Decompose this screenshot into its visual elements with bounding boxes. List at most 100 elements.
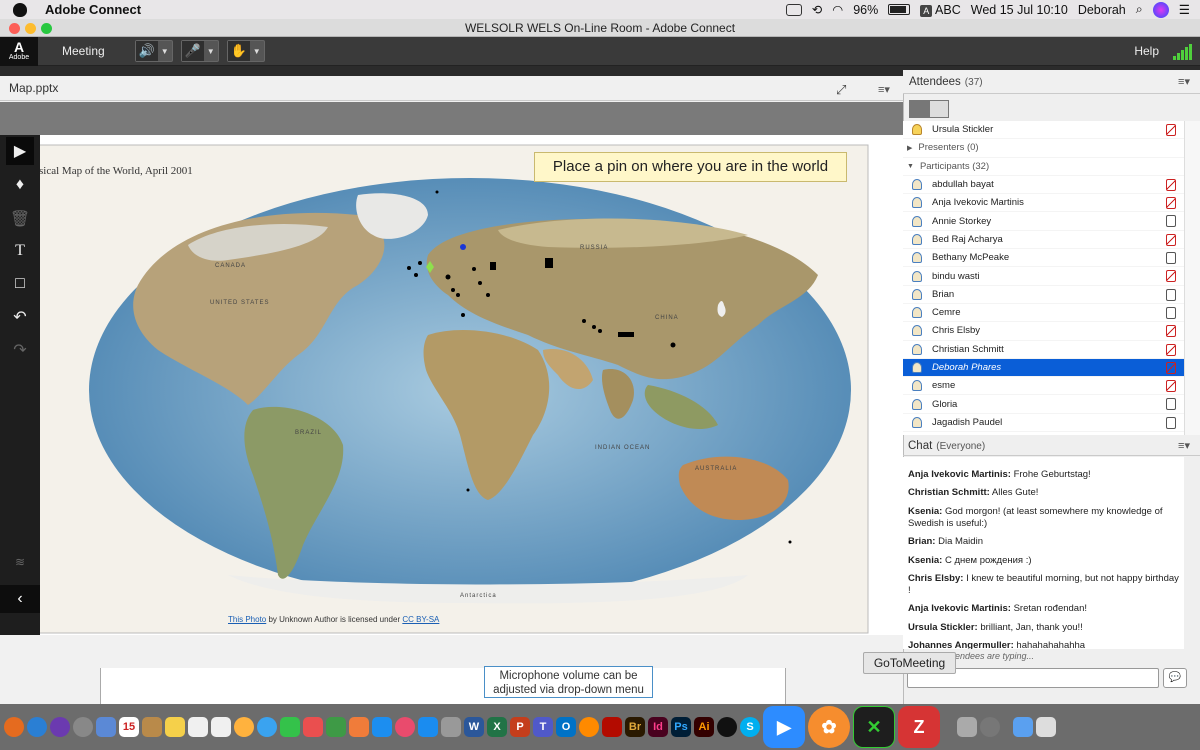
numbers-icon[interactable] xyxy=(326,717,346,737)
settings-icon[interactable] xyxy=(980,717,1000,737)
attendee-row[interactable]: Cemre xyxy=(903,304,1184,323)
attendee-row[interactable]: esme xyxy=(903,377,1184,396)
speaker-button[interactable]: 🔊 ▼ xyxy=(134,40,173,62)
attendee-row[interactable]: Gloria xyxy=(903,395,1184,414)
calendar-icon[interactable]: 15 xyxy=(119,717,139,737)
redo-icon[interactable]: ↷ xyxy=(6,336,34,364)
notification-center-icon[interactable]: ☰ xyxy=(1179,2,1190,17)
app-name-menu[interactable]: Adobe Connect xyxy=(45,2,141,17)
acrobat-icon[interactable] xyxy=(602,717,622,737)
attendee-row[interactable]: Deborah Phares xyxy=(903,358,1184,378)
close-window-icon[interactable] xyxy=(9,23,20,34)
photos-icon[interactable] xyxy=(234,717,254,737)
gotomeeting-icon[interactable]: ✿ xyxy=(808,706,850,748)
text-tool-icon[interactable]: T xyxy=(6,237,34,265)
shape-tool-icon[interactable]: □ xyxy=(6,270,34,298)
podcasts-icon[interactable] xyxy=(50,717,70,737)
powerpoint-icon[interactable]: P xyxy=(510,717,530,737)
pages-icon[interactable] xyxy=(372,717,392,737)
clock[interactable]: Wed 15 Jul 10:10 xyxy=(971,3,1068,17)
chat-menu-icon[interactable]: ≡▾ xyxy=(1178,436,1190,456)
mic-muted-icon[interactable] xyxy=(1166,124,1176,136)
notes-icon[interactable] xyxy=(165,717,185,737)
input-source[interactable]: ABC xyxy=(935,3,961,17)
apple-icon[interactable] xyxy=(13,2,27,17)
meeting-menu[interactable]: Meeting xyxy=(62,44,105,58)
mic-muted-icon[interactable] xyxy=(1166,233,1176,246)
share-pod-menu-icon[interactable]: ≡▾ xyxy=(878,83,890,96)
teams-icon[interactable]: T xyxy=(533,717,553,737)
list-view-icon[interactable] xyxy=(909,100,929,118)
participants-group[interactable]: ▼ Participants (32) xyxy=(903,158,1184,176)
presenters-group[interactable]: ▶ Presenters (0) xyxy=(903,139,1184,158)
disk-utility-icon[interactable] xyxy=(957,717,977,737)
mic-icon[interactable] xyxy=(1166,398,1176,411)
preview-icon[interactable] xyxy=(96,717,116,737)
word-icon[interactable]: W xyxy=(464,717,484,737)
battery-icon[interactable] xyxy=(888,4,911,15)
role-view-icon[interactable] xyxy=(929,100,949,118)
illustrator-icon[interactable]: Ai xyxy=(694,717,714,737)
minimize-window-icon[interactable] xyxy=(25,23,36,34)
maps-icon[interactable] xyxy=(303,717,323,737)
mic-icon[interactable] xyxy=(1166,306,1176,319)
firefox-icon[interactable] xyxy=(4,717,24,737)
pointer-tool-icon[interactable]: ▶ xyxy=(6,137,34,165)
attendee-row[interactable]: Chris Elsby xyxy=(903,322,1184,341)
chevron-down-icon[interactable]: ▼ xyxy=(158,41,172,61)
mic-icon[interactable] xyxy=(1166,288,1176,301)
outlook-icon[interactable]: O xyxy=(556,717,576,737)
attendee-row-host[interactable]: Ursula Stickler xyxy=(903,121,1184,140)
adobe-connect-icon[interactable]: ✕ xyxy=(853,706,895,748)
safari-icon[interactable] xyxy=(27,717,47,737)
collapse-toolbar-icon[interactable]: ‹ xyxy=(0,585,40,613)
music-icon[interactable] xyxy=(395,717,415,737)
attendee-row[interactable]: bindu wasti xyxy=(903,267,1184,286)
chevron-down-icon[interactable]: ▼ xyxy=(250,41,264,61)
bridge-icon[interactable]: Br xyxy=(625,717,645,737)
obs-icon[interactable] xyxy=(717,717,737,737)
triangle-down-icon[interactable]: ▼ xyxy=(907,163,914,170)
app-store-icon[interactable] xyxy=(418,717,438,737)
mic-muted-icon[interactable] xyxy=(1166,270,1176,283)
system-preferences-icon[interactable] xyxy=(441,717,461,737)
help-menu[interactable]: Help xyxy=(1134,44,1159,58)
send-message-button[interactable]: 💬 xyxy=(1163,668,1187,688)
zotero-icon[interactable]: Z xyxy=(898,706,940,748)
pen-tool-icon[interactable]: ♦ xyxy=(6,171,34,199)
fullscreen-icon[interactable]: ⤢ xyxy=(836,82,846,98)
mic-icon[interactable] xyxy=(1166,252,1176,265)
attendee-row[interactable]: Bethany McPeake xyxy=(903,249,1184,268)
audible-icon[interactable] xyxy=(579,717,599,737)
attendee-row[interactable]: Brian xyxy=(903,286,1184,304)
attendee-row[interactable]: Anja Ivekovic Martinis xyxy=(903,194,1184,213)
documents-folder-icon[interactable] xyxy=(1036,717,1056,737)
instruction-text-box[interactable]: Place a pin on where you are in the worl… xyxy=(534,152,847,182)
raise-hand-button[interactable]: ✋ ▼ xyxy=(226,40,265,62)
reminders-icon[interactable] xyxy=(188,717,208,737)
status-icon[interactable] xyxy=(785,3,802,16)
excel-icon[interactable]: X xyxy=(487,717,507,737)
mic-muted-icon[interactable] xyxy=(1166,343,1176,356)
chevron-down-icon[interactable]: ▼ xyxy=(204,41,218,61)
zoom-icon[interactable]: ▶ xyxy=(763,706,805,748)
microphone-button[interactable]: 🎤 ▼ xyxy=(180,40,219,62)
attendee-row[interactable]: abdullah bayat xyxy=(903,176,1184,195)
photoshop-icon[interactable]: Ps xyxy=(671,717,691,737)
downloads-folder-icon[interactable] xyxy=(1013,717,1033,737)
messages-icon[interactable] xyxy=(257,717,277,737)
attendee-list[interactable]: Ursula Stickler ▶ Presenters (0) ▼ Participa… xyxy=(903,121,1184,435)
attendee-row[interactable]: Christian Schmitt xyxy=(903,341,1184,359)
mic-icon[interactable] xyxy=(1166,416,1176,429)
sync-tool-icon[interactable]: ≋ xyxy=(6,548,34,576)
zoom-window-icon[interactable] xyxy=(41,23,52,34)
notefile-icon[interactable] xyxy=(142,717,162,737)
attendee-row[interactable]: Annie Storkey xyxy=(903,212,1184,231)
slide-canvas[interactable] xyxy=(27,135,903,635)
user-name[interactable]: Deborah xyxy=(1078,3,1126,17)
mic-muted-icon[interactable] xyxy=(1166,380,1176,393)
photo-link[interactable]: This Photo xyxy=(228,615,266,624)
attendees-menu-icon[interactable]: ≡▾ xyxy=(1178,70,1190,94)
wifi-icon[interactable]: ◠ xyxy=(832,2,843,17)
license-link[interactable]: CC BY-SA xyxy=(402,615,439,624)
